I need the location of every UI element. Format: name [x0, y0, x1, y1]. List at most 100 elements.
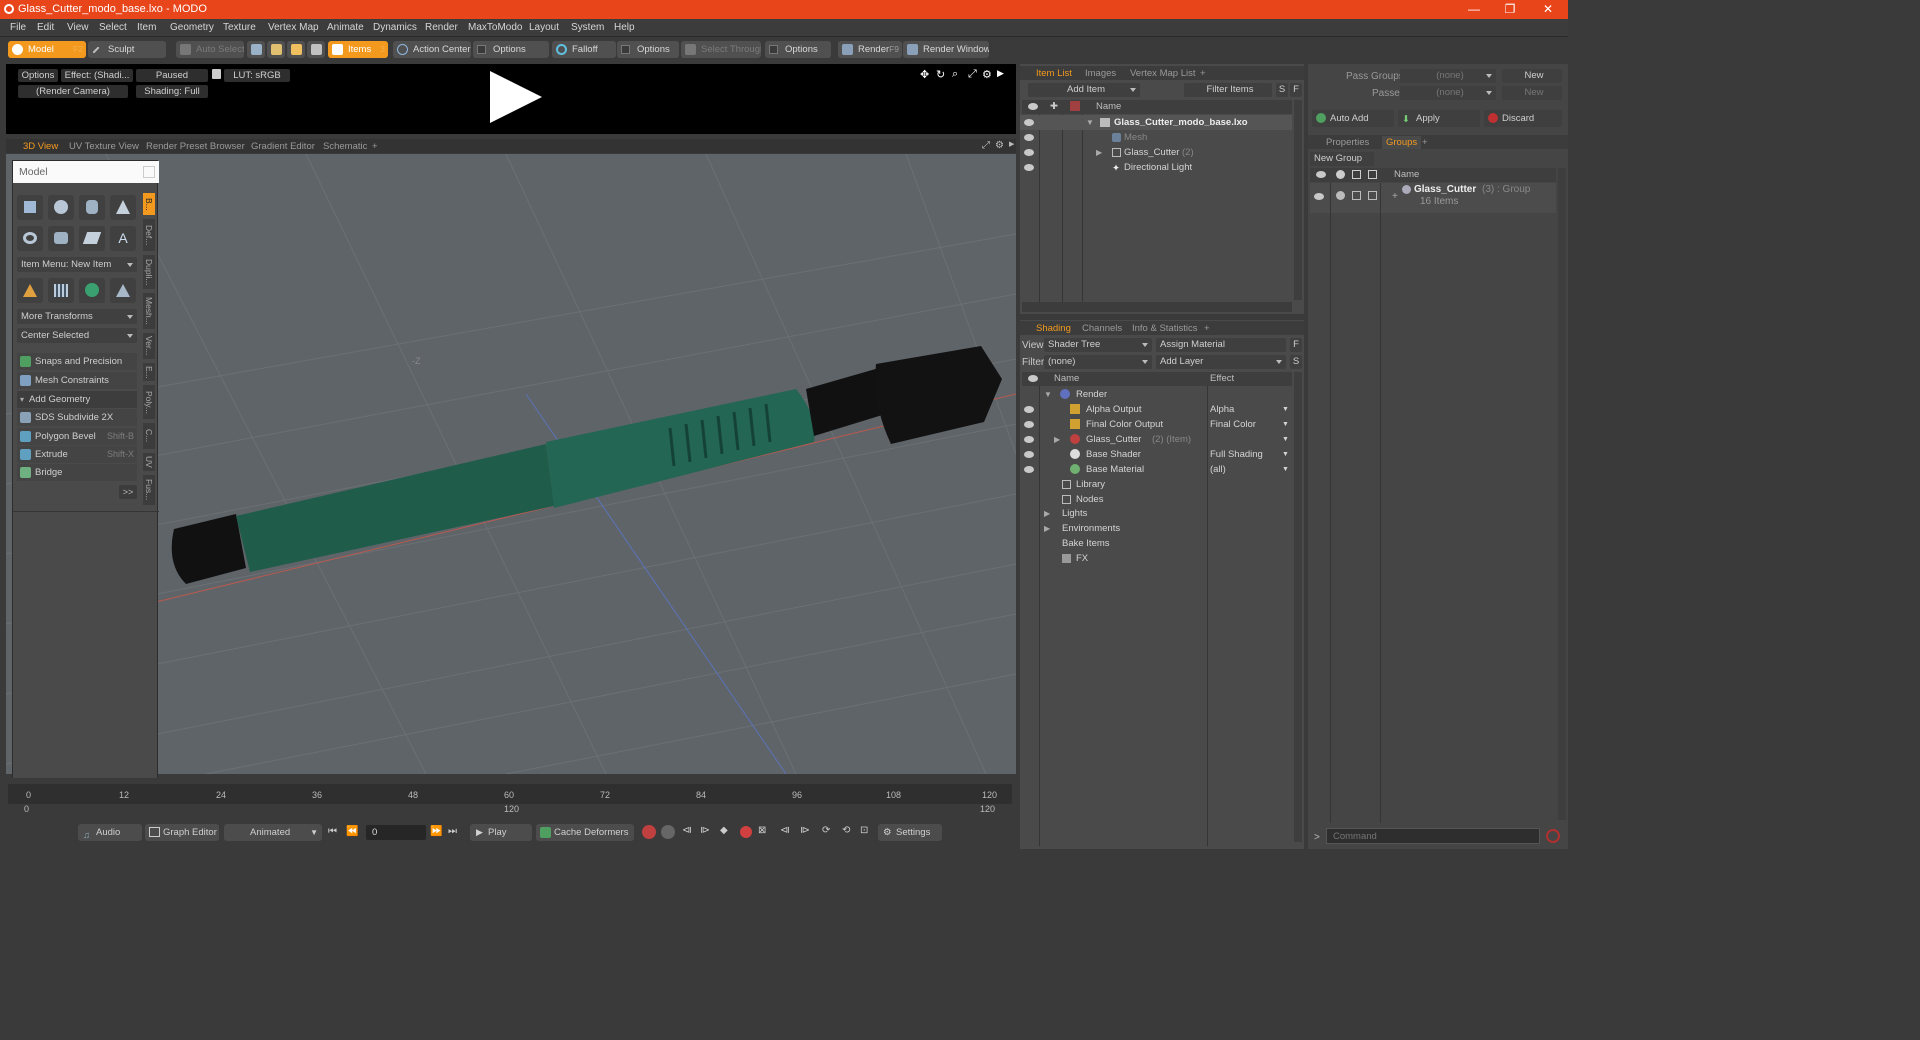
pen-tool-button[interactable] — [79, 226, 105, 251]
menu-edit[interactable]: Edit — [37, 22, 54, 33]
new-pass-group-button[interactable]: New — [1502, 69, 1562, 83]
close-button[interactable]: ✕ — [1528, 0, 1568, 19]
eye-icon[interactable] — [1314, 193, 1324, 200]
maximize-icon[interactable]: ⤢ — [968, 68, 977, 81]
item-row-mesh[interactable]: Mesh — [1020, 130, 1292, 145]
eye-icon[interactable] — [1024, 406, 1034, 413]
vtab-vertex[interactable]: Ver... — [143, 333, 155, 359]
tube-tool-button[interactable] — [48, 226, 74, 251]
tab-uv-texture-view[interactable]: UV Texture View — [69, 140, 139, 153]
render-window-button[interactable]: Render Window — [903, 41, 989, 58]
assign-material-button[interactable]: Assign Material — [1156, 338, 1286, 352]
expand-icon[interactable]: ▶ — [997, 68, 1004, 79]
tab-groups[interactable]: Groups — [1382, 136, 1422, 149]
auto-select-button[interactable]: Auto Select — [176, 41, 244, 58]
materials-mode-button[interactable] — [307, 41, 325, 58]
preview-options-button[interactable]: Options — [18, 69, 58, 82]
shader-row-base-shader[interactable]: Base Shader Full Shading ▼ — [1020, 447, 1292, 462]
refresh-icon[interactable]: ↻ — [936, 68, 945, 81]
viewport-maximize-icon[interactable]: ⤢ — [982, 140, 990, 151]
eye-icon[interactable] — [1024, 466, 1034, 473]
vtab-basic[interactable]: B... — [143, 193, 155, 215]
shader-row-bake-items[interactable]: Bake Items — [1020, 536, 1292, 551]
chevron-down-icon[interactable]: ▼ — [1282, 432, 1289, 447]
vertices-mode-button[interactable] — [247, 41, 265, 58]
cone-tool-button[interactable] — [110, 195, 136, 220]
eye-icon[interactable] — [1024, 421, 1034, 428]
item-row-directional-light[interactable]: ✦ Directional Light — [1020, 160, 1292, 175]
prev-key-icon[interactable]: ⏪ — [346, 826, 358, 837]
mesh-constraints-button[interactable]: Mesh Constraints — [17, 372, 137, 389]
key-prev-icon[interactable]: ⧏ — [682, 825, 692, 836]
lut-dropdown[interactable]: LUT: sRGB — [224, 69, 290, 82]
key-set-icon[interactable]: ◆ — [720, 825, 728, 836]
tab-images[interactable]: Images — [1085, 67, 1116, 80]
eye-icon[interactable] — [1024, 119, 1034, 126]
add-item-dropdown[interactable]: Add Item — [1028, 83, 1140, 97]
maximize-button[interactable]: ❐ — [1490, 0, 1530, 19]
loop-icon[interactable]: ⟳ — [822, 825, 830, 836]
more-tools-button[interactable]: >> — [119, 485, 137, 499]
menu-help[interactable]: Help — [614, 22, 635, 33]
vtab-fusion[interactable]: Fus... — [143, 475, 155, 505]
s-toggle-button[interactable]: S — [1276, 83, 1288, 97]
vtab-mesh-edit[interactable]: Mesh... — [143, 293, 155, 329]
eye-icon[interactable] — [1024, 164, 1034, 171]
menu-item[interactable]: Item — [137, 22, 156, 33]
vtab-curve[interactable]: C... — [143, 423, 155, 449]
polygon-bevel-button[interactable]: Polygon Bevel Shift-B — [17, 428, 137, 445]
menu-file[interactable]: File — [10, 22, 26, 33]
chevron-down-icon[interactable]: ▼ — [1282, 447, 1289, 462]
expand-icon[interactable]: ▶ — [1096, 145, 1102, 160]
record-icon[interactable] — [740, 826, 752, 838]
vtab-polygon[interactable]: Poly... — [143, 385, 155, 419]
passes-dropdown[interactable]: (none) — [1400, 86, 1496, 100]
extrude-button[interactable]: Extrude Shift-X — [17, 446, 137, 463]
pass-groups-dropdown[interactable]: (none) — [1400, 69, 1496, 83]
minimize-button[interactable]: — — [1454, 0, 1494, 19]
sync-icon[interactable]: ⟲ — [842, 825, 850, 836]
menu-select[interactable]: Select — [99, 22, 127, 33]
sculpt-mode-button[interactable]: Sculpt — [88, 41, 166, 58]
step-back-icon[interactable]: ⧏ — [780, 825, 790, 836]
tab-gradient-editor[interactable]: Gradient Editor — [251, 140, 315, 153]
more-transforms-dropdown[interactable]: More Transforms — [17, 309, 137, 324]
render-toggle-icon[interactable] — [1336, 191, 1345, 200]
expand-icon[interactable]: ▼ — [1086, 115, 1094, 130]
grid-tool-button[interactable] — [48, 278, 74, 303]
key-icon[interactable] — [642, 825, 656, 839]
item-row-glass-cutter[interactable]: ▶ Glass_Cutter (2) — [1020, 145, 1292, 160]
action-center-button[interactable]: Action Center — [393, 41, 471, 58]
globe-tool-button[interactable] — [79, 278, 105, 303]
shader-row-environments[interactable]: ▶ Environments — [1020, 521, 1292, 536]
menu-vertex-map[interactable]: Vertex Map — [268, 22, 319, 33]
shader-row-nodes[interactable]: Nodes — [1020, 492, 1292, 507]
item-row-scene[interactable]: ▼ Glass_Cutter_modo_base.lxo — [1020, 115, 1292, 130]
menu-geometry[interactable]: Geometry — [170, 22, 214, 33]
menu-texture[interactable]: Texture — [223, 22, 256, 33]
go-end-icon[interactable]: ⏭ — [448, 826, 457, 837]
command-history-icon[interactable] — [1546, 829, 1560, 843]
options-icon[interactable]: ⊡ — [860, 825, 868, 836]
tab-schematic[interactable]: Schematic — [323, 140, 367, 153]
shader-row-library[interactable]: Library — [1020, 477, 1292, 492]
timeline[interactable]: 0 12 24 36 48 60 72 84 96 108 120 0 120 … — [6, 778, 1016, 816]
shader-row-glass-cutter[interactable]: ▶ Glass_Cutter (2) (Item) ▼ — [1020, 432, 1292, 447]
step-forward-icon[interactable]: ⧐ — [800, 825, 810, 836]
tab-shading[interactable]: Shading — [1036, 322, 1071, 335]
shading-dropdown[interactable]: Shading: Full — [136, 85, 208, 98]
add-tab-button[interactable]: + — [1200, 67, 1206, 80]
expand-icon[interactable]: ▼ — [1044, 387, 1052, 402]
pyramid-tool-button[interactable] — [110, 278, 136, 303]
eye-icon[interactable] — [1024, 451, 1034, 458]
vtab-deform[interactable]: Def... — [143, 219, 155, 251]
chevron-down-icon[interactable]: ▼ — [1282, 402, 1289, 417]
torus-tool-button[interactable] — [17, 226, 43, 251]
item-menu-dropdown[interactable]: Item Menu: New Item — [17, 257, 137, 272]
auto-add-button[interactable]: Auto Add — [1312, 110, 1394, 127]
cube-tool-button[interactable] — [17, 195, 43, 220]
snaps-and-precision-button[interactable]: Snaps and Precision — [17, 353, 137, 370]
render-preview[interactable]: Options Effect: (Shadi... Paused LUT: sR… — [6, 64, 1016, 134]
expand-icon[interactable]: ▶ — [1044, 521, 1050, 536]
f-toggle-button[interactable]: F — [1290, 83, 1302, 97]
